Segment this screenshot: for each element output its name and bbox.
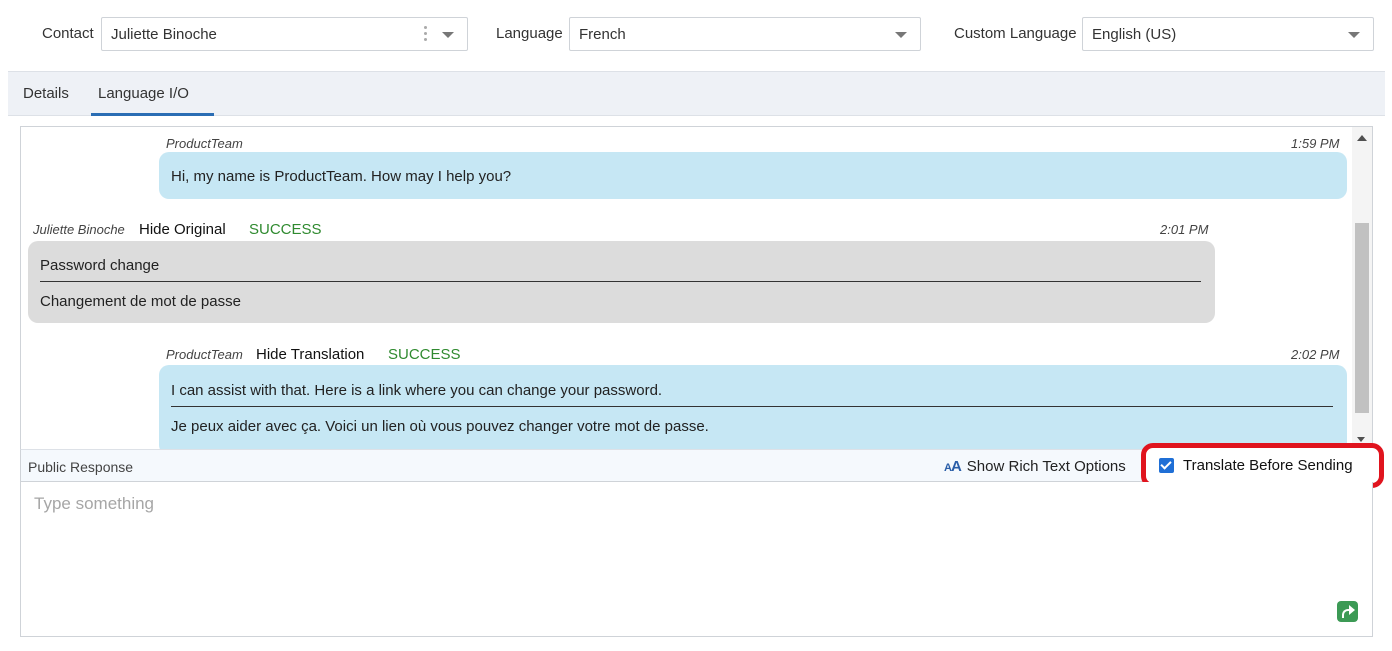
- divider: [40, 281, 1201, 282]
- checkbox-icon[interactable]: [1159, 458, 1174, 473]
- message-original-text: Password change: [40, 257, 160, 274]
- agent-message-bubble: I can assist with that. Here is a link w…: [159, 365, 1347, 449]
- custom-language-value: English (US): [1092, 26, 1177, 43]
- message-original-text: I can assist with that. Here is a link w…: [171, 382, 663, 399]
- hide-translation-link[interactable]: Hide Translation: [256, 346, 364, 363]
- message-sender: ProductTeam: [166, 347, 243, 362]
- response-editor: [20, 482, 1373, 637]
- language-select[interactable]: French: [569, 17, 921, 51]
- response-input[interactable]: [21, 482, 1372, 636]
- scroll-down-icon[interactable]: [1357, 437, 1365, 442]
- chat-transcript[interactable]: ProductTeam 1:59 PM Hi, my name is Produ…: [20, 126, 1373, 449]
- message-translated-text: Changement de mot de passe: [40, 293, 241, 310]
- agent-message-bubble: Hi, my name is ProductTeam. How may I he…: [159, 152, 1347, 199]
- language-value: French: [579, 26, 626, 43]
- divider: [171, 406, 1333, 407]
- tab-bar: Details Language I/O: [8, 71, 1385, 116]
- contact-label: Contact: [42, 25, 94, 42]
- tab-details[interactable]: Details: [23, 85, 69, 102]
- message-time: 2:02 PM: [1291, 347, 1340, 362]
- message-sender: Juliette Binoche: [33, 222, 125, 237]
- chevron-down-icon[interactable]: [895, 32, 907, 38]
- hide-original-link[interactable]: Hide Original: [139, 221, 226, 238]
- public-response-label: Public Response: [28, 459, 134, 475]
- scroll-up-icon[interactable]: [1357, 135, 1367, 141]
- contact-select[interactable]: Juliette Binoche: [101, 17, 468, 51]
- message-translated-text: Je peux aider avec ça. Voici un lien où …: [171, 418, 709, 435]
- custom-language-label: Custom Language: [954, 25, 1077, 42]
- translate-before-sending-label[interactable]: Translate Before Sending: [1183, 457, 1353, 474]
- scrollbar-thumb[interactable]: [1355, 223, 1369, 413]
- language-label: Language: [496, 25, 563, 42]
- chevron-down-icon[interactable]: [1348, 32, 1360, 38]
- custom-language-select[interactable]: English (US): [1082, 17, 1374, 51]
- more-vert-icon[interactable]: [424, 26, 428, 44]
- customer-message-bubble: Password change Changement de mot de pas…: [28, 241, 1215, 323]
- rich-text-label: Show Rich Text Options: [966, 458, 1126, 475]
- send-icon[interactable]: [1337, 601, 1358, 622]
- status-badge: SUCCESS: [388, 346, 461, 363]
- chat-scrollbar[interactable]: [1352, 127, 1372, 449]
- contact-value: Juliette Binoche: [111, 26, 217, 43]
- active-tab-indicator: [91, 113, 214, 116]
- message-time: 2:01 PM: [1160, 222, 1209, 237]
- message-text: Hi, my name is ProductTeam. How may I he…: [171, 168, 512, 185]
- message-sender: ProductTeam: [166, 136, 243, 151]
- message-time: 1:59 PM: [1291, 136, 1340, 151]
- font-size-icon: AA: [944, 458, 962, 475]
- chevron-down-icon[interactable]: [442, 32, 454, 38]
- status-badge: SUCCESS: [249, 221, 322, 238]
- show-rich-text-options-button[interactable]: AA Show Rich Text Options: [944, 458, 1126, 475]
- tab-language-io[interactable]: Language I/O: [98, 85, 189, 102]
